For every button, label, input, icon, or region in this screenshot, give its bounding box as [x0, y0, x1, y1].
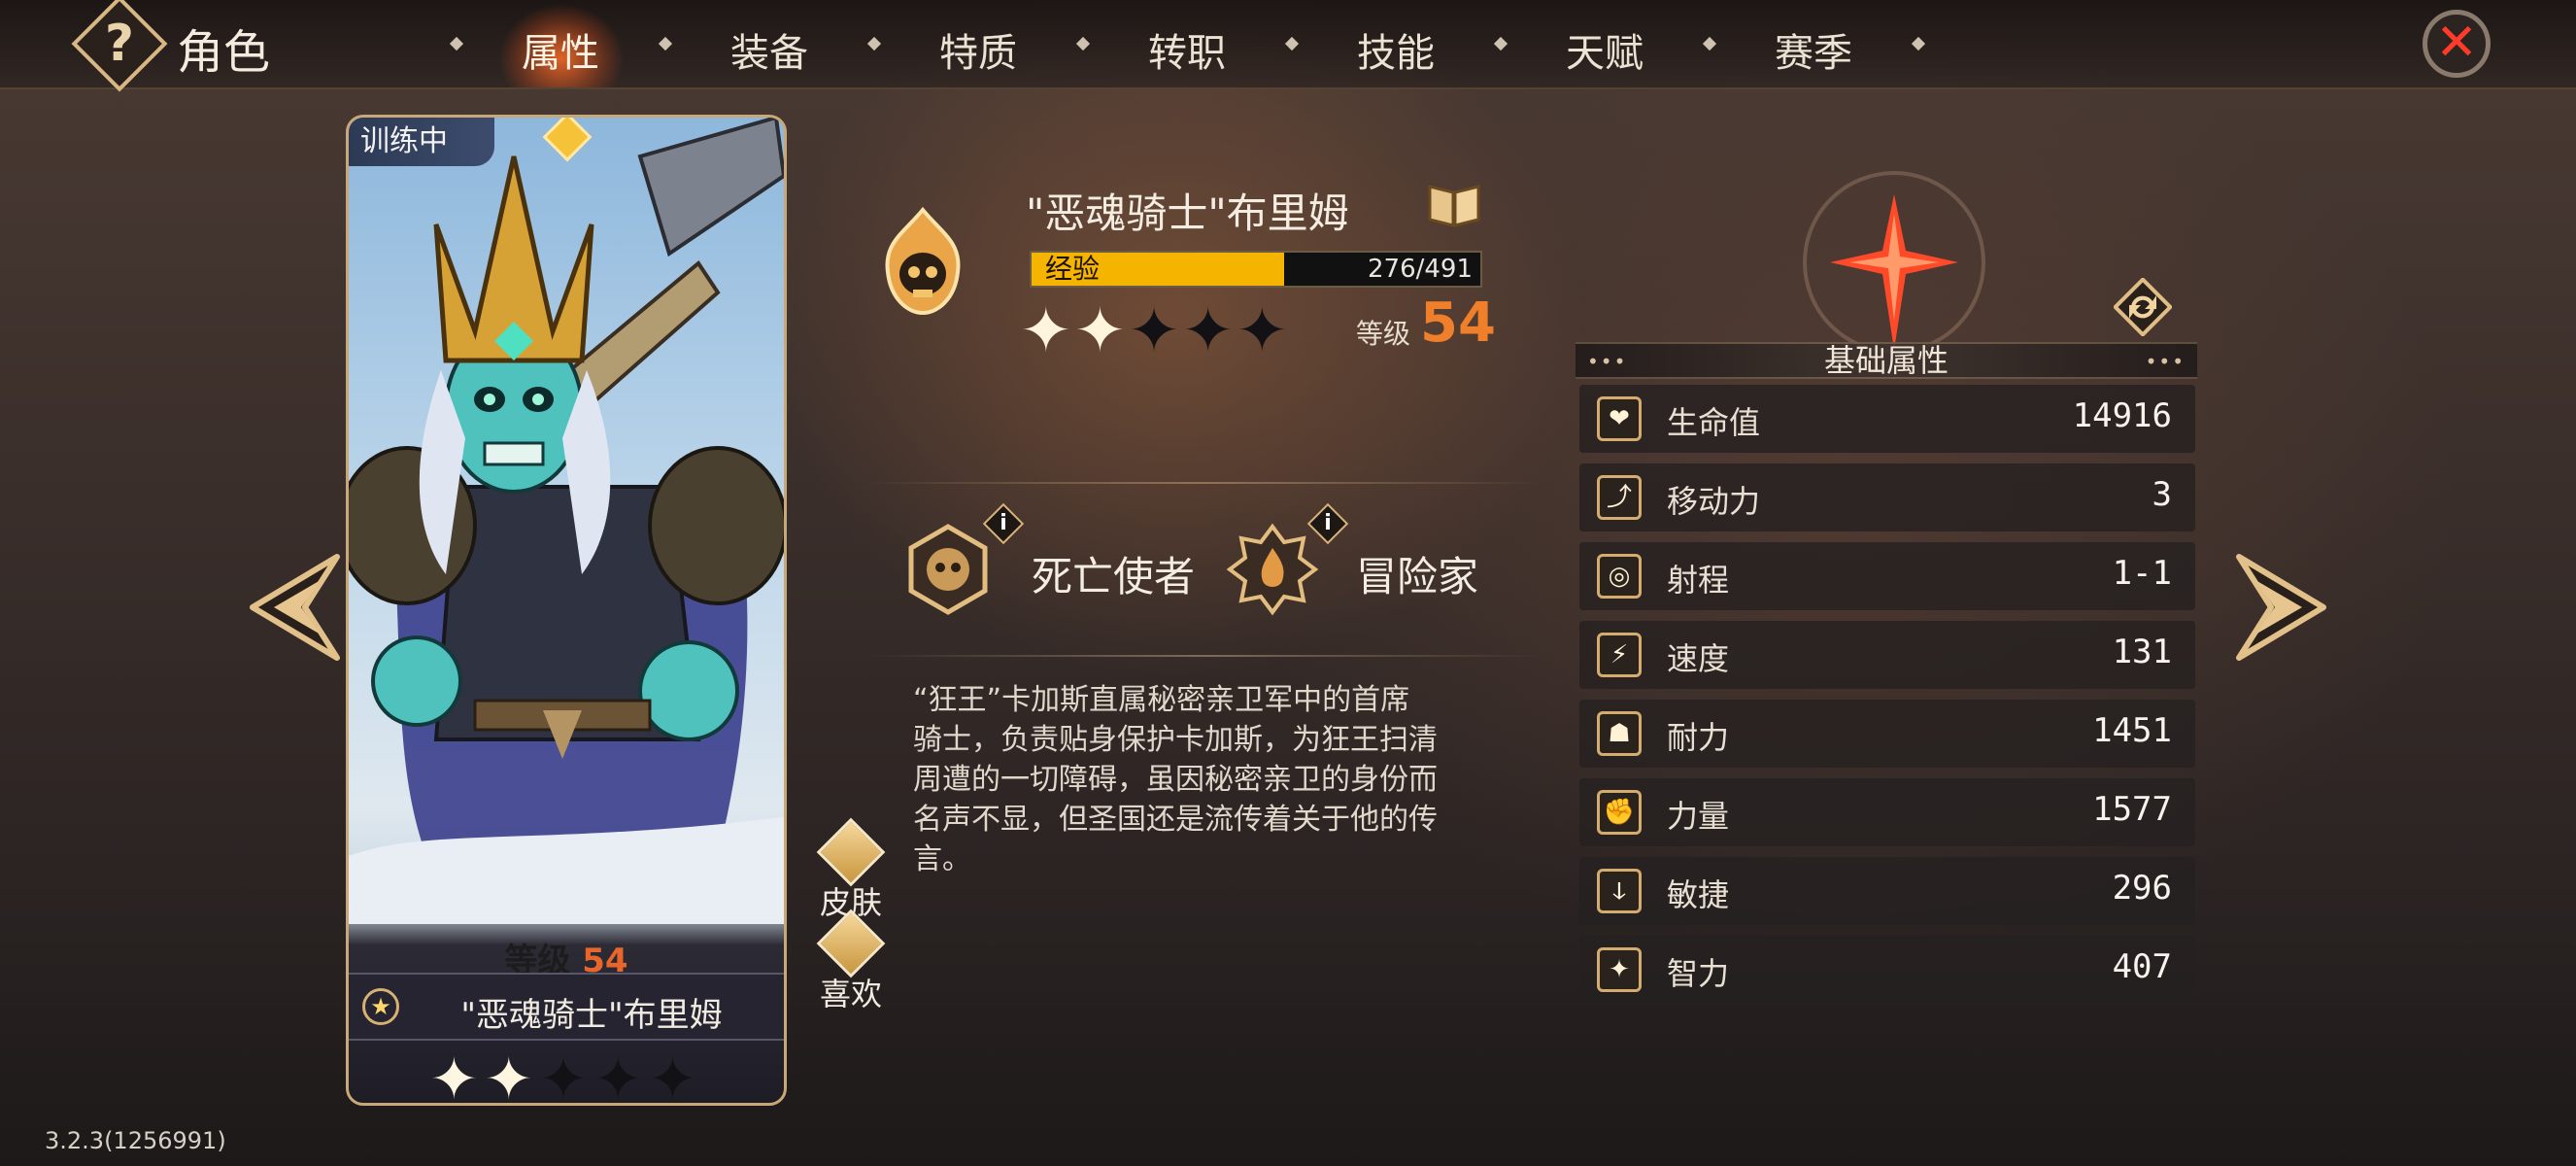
star-badge-icon: ★	[362, 988, 399, 1025]
attribute-row-speed: ⚡ 速度 131	[1579, 621, 2195, 689]
tab-traits[interactable]: 特质	[896, 21, 1061, 78]
attribute-value: 3	[2152, 475, 2172, 514]
close-icon: ✕	[2435, 14, 2478, 72]
divider	[864, 482, 1544, 484]
heart-icon: ❤	[1597, 396, 1642, 441]
attribute-value: 14916	[2072, 396, 2172, 435]
close-button[interactable]: ✕	[2423, 10, 2491, 78]
like-button[interactable]: 喜欢	[812, 909, 890, 1014]
book-icon[interactable]	[1426, 179, 1482, 229]
attributes-title: 基础属性	[1823, 342, 1949, 379]
skull-flame-class-icon	[885, 206, 961, 316]
star-empty-icon: ✦	[1128, 295, 1182, 367]
tab-season[interactable]: 赛季	[1731, 21, 1896, 78]
adventurer-trait-icon[interactable]	[1226, 523, 1319, 616]
star-filled-icon: ✦	[1020, 295, 1074, 367]
page-title: 角色	[177, 25, 271, 80]
attribute-row-movement: ⤴ 移动力 3	[1579, 463, 2195, 532]
trait-name: 冒险家	[1356, 553, 1479, 600]
person-icon: ☗	[1597, 711, 1642, 756]
attribute-row-agility: ↆ 敏捷 296	[1579, 857, 2195, 925]
attribute-value: 1-1	[2112, 554, 2172, 593]
attribute-label: 生命值	[1667, 404, 1761, 441]
attribute-row-range: ◎ 射程 1-1	[1579, 542, 2195, 610]
tab-skills[interactable]: 技能	[1313, 21, 1478, 78]
attribute-label: 速度	[1667, 640, 1730, 677]
experience-label: 经验	[1045, 253, 1101, 285]
training-status-badge: 训练中	[349, 118, 494, 166]
attribute-label: 智力	[1667, 955, 1730, 992]
experience-value: 276/491	[1367, 255, 1473, 284]
attributes-header: ••• 基础属性 •••	[1576, 342, 2197, 379]
star-empty-icon: ✦	[648, 1046, 703, 1106]
hero-biography: “狂王”卡加斯直属秘密亲卫军中的首席骑士，负责贴身保护卡加斯，为狂王扫清周遭的一…	[913, 683, 1438, 876]
hero-card[interactable]: 训练中 等级 54 ★ "恶魂骑士"布里姆 ✦✦✦✦✦	[346, 115, 787, 1106]
refresh-icon[interactable]	[2114, 278, 2172, 336]
star-empty-icon: ✦	[593, 1046, 649, 1106]
tab-class-change[interactable]: 转职	[1104, 21, 1270, 78]
rank-stars: ✦✦✦✦✦	[1020, 295, 1290, 367]
star-empty-icon: ✦	[538, 1046, 594, 1106]
trait-name: 死亡使者	[1032, 553, 1196, 600]
attribute-label: 力量	[1667, 798, 1730, 835]
attribute-value: 296	[2112, 869, 2172, 908]
attribute-label: 射程	[1667, 562, 1730, 599]
attribute-value: 407	[2112, 947, 2172, 986]
lightning-icon: ⚡	[1597, 633, 1642, 677]
attribute-value: 1451	[2092, 711, 2172, 750]
attribute-row-stamina: ☗ 耐力 1451	[1579, 700, 2195, 768]
version-label: 3.2.3(1256991)	[45, 1127, 226, 1154]
death-messenger-trait-icon[interactable]	[901, 523, 995, 616]
target-icon: ◎	[1597, 554, 1642, 599]
star-empty-icon: ✦	[1181, 295, 1237, 367]
previous-hero-arrow-icon[interactable]	[245, 549, 352, 666]
star-filled-icon: ✦	[429, 1046, 485, 1106]
attribute-value: 1577	[2092, 790, 2172, 829]
star-icon	[816, 909, 886, 978]
tab-talents[interactable]: 天赋	[1522, 21, 1687, 78]
next-hero-arrow-icon[interactable]	[2224, 549, 2331, 666]
decor-dots: •••	[2145, 350, 2186, 373]
hero-card-name-bar: ★ "恶魂骑士"布里姆	[349, 973, 784, 1041]
leg-icon: ↆ	[1597, 869, 1642, 913]
tab-attributes[interactable]: 属性	[478, 21, 643, 78]
level-caption: 等级	[1356, 318, 1411, 350]
hero-portrait	[349, 118, 784, 924]
divider	[864, 655, 1544, 657]
star-filled-icon: ✦	[1073, 295, 1129, 367]
attribute-row-intelligence: ✦ 智力 407	[1579, 936, 2195, 1004]
attribute-label: 移动力	[1667, 483, 1761, 520]
level-value: 54	[1420, 292, 1496, 355]
attribute-row-hp: ❤ 生命值 14916	[1579, 385, 2195, 453]
attribute-label: 耐力	[1667, 719, 1730, 756]
hero-card-stars: ✦✦✦✦✦	[349, 1046, 784, 1106]
attribute-row-strength: ✊ 力量 1577	[1579, 778, 2195, 846]
experience-bar: 经验 276/491	[1030, 251, 1482, 288]
attribute-value: 131	[2112, 633, 2172, 671]
tab-equipment[interactable]: 装备	[687, 21, 852, 78]
star-filled-icon: ✦	[484, 1046, 539, 1106]
star-empty-icon: ✦	[1236, 295, 1291, 367]
dress-icon	[816, 817, 886, 887]
attribute-label: 敏捷	[1667, 876, 1730, 913]
hero-name: "恶魂骑士"布里姆	[1026, 189, 1349, 237]
sparkle-icon: ✦	[1597, 947, 1642, 992]
arm-icon: ✊	[1597, 790, 1642, 835]
hero-card-name: "恶魂骑士"布里姆	[460, 996, 723, 1035]
compass-star-icon	[1803, 171, 1985, 354]
boot-icon: ⤴	[1597, 475, 1642, 520]
